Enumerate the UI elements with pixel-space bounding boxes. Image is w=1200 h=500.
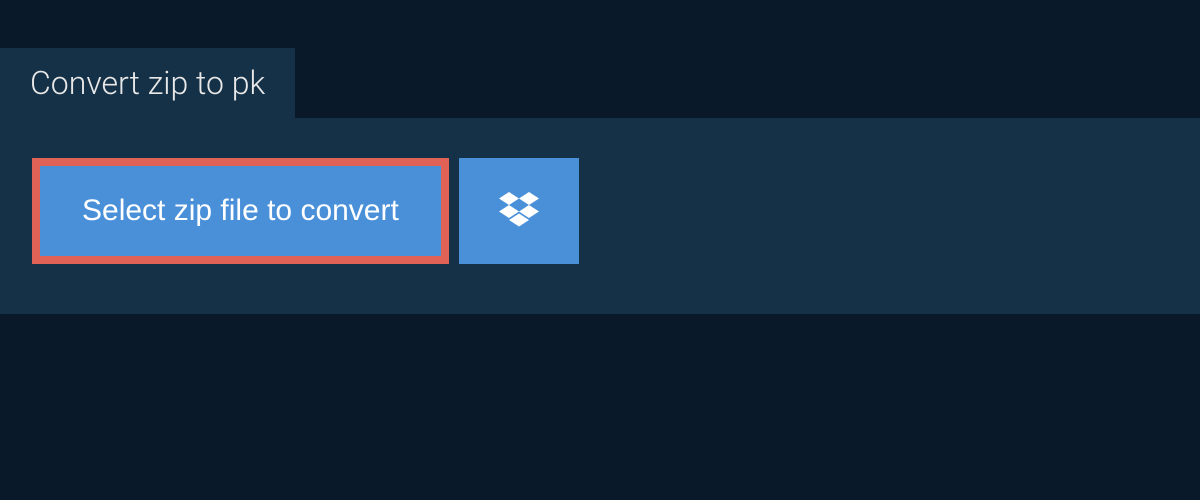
dropbox-button[interactable] [459, 158, 579, 264]
tab-bar: Convert zip to pk [0, 0, 1200, 118]
tab-convert[interactable]: Convert zip to pk [0, 48, 295, 118]
tab-title: Convert zip to pk [30, 64, 265, 102]
select-file-label: Select zip file to convert [82, 194, 399, 228]
button-row: Select zip file to convert [32, 158, 1168, 264]
select-file-button[interactable]: Select zip file to convert [32, 158, 449, 264]
dropbox-icon [499, 192, 539, 231]
convert-panel: Select zip file to convert [0, 118, 1200, 314]
